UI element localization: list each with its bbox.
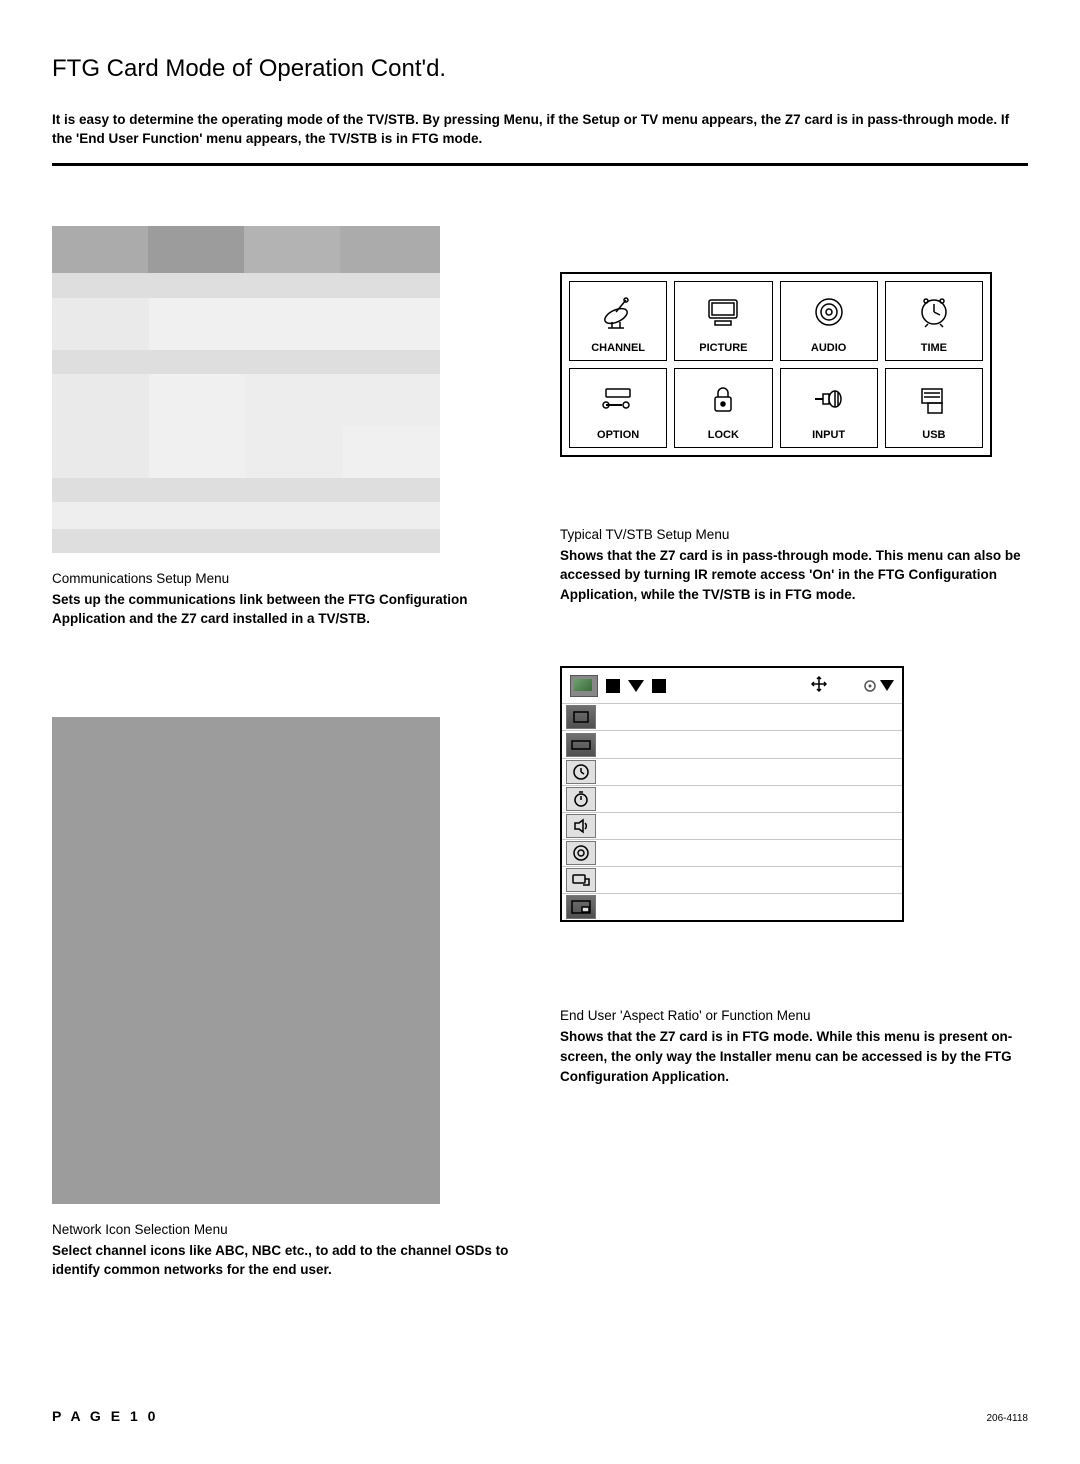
option-tools-icon — [570, 369, 666, 429]
tv-menu-input[interactable]: INPUT — [780, 368, 878, 448]
tv-menu-channel-label: CHANNEL — [591, 342, 645, 354]
caption-small-icon — [566, 868, 596, 892]
end-user-row-5[interactable] — [562, 812, 902, 839]
tv-menu-channel[interactable]: CHANNEL — [569, 281, 667, 361]
channel-dish-icon — [570, 282, 666, 342]
end-user-row-1[interactable] — [562, 703, 902, 730]
usb-media-icon — [886, 369, 982, 429]
header-stop-right-icon — [652, 679, 666, 693]
tv-menu-picture[interactable]: PICTURE — [674, 281, 772, 361]
tv-menu-audio-label: AUDIO — [811, 342, 846, 354]
time-clock-icon — [886, 282, 982, 342]
comm-setup-screenshot — [52, 226, 440, 553]
speaker-small-icon — [566, 814, 596, 838]
tv-setup-caption-title: Typical TV/STB Setup Menu — [560, 527, 1028, 542]
picture-monitor-icon — [675, 282, 771, 342]
aspect-4-3-icon — [566, 705, 596, 729]
document-number: 206-4118 — [986, 1413, 1028, 1424]
tv-setup-menu: CHANNEL PICTURE AUDIO — [560, 272, 992, 457]
end-user-row-6[interactable] — [562, 839, 902, 866]
header-down-icon — [628, 680, 644, 692]
header-move-icon — [810, 675, 828, 696]
content-columns: Communications Setup Menu Sets up the co… — [52, 226, 1028, 1368]
page-title: FTG Card Mode of Operation Cont'd. — [52, 55, 1028, 83]
tv-menu-option[interactable]: OPTION — [569, 368, 667, 448]
end-user-caption-title: End User 'Aspect Ratio' or Function Menu — [560, 1008, 1028, 1023]
comm-setup-caption-body: Sets up the communications link between … — [52, 590, 520, 629]
audio-speaker-icon — [781, 282, 877, 342]
end-user-row-2[interactable] — [562, 730, 902, 757]
tv-menu-usb[interactable]: USB — [885, 368, 983, 448]
end-user-row-8[interactable] — [562, 893, 902, 920]
pip-small-icon — [566, 895, 596, 919]
right-column: CHANNEL PICTURE AUDIO — [560, 226, 1028, 1368]
lock-icon — [675, 369, 771, 429]
intro-text: It is easy to determine the operating mo… — [52, 111, 1028, 149]
tv-setup-block: CHANNEL PICTURE AUDIO — [560, 272, 1028, 605]
tv-menu-option-label: OPTION — [597, 429, 639, 441]
tv-menu-picture-label: PICTURE — [699, 342, 747, 354]
header-enter-icon — [864, 680, 894, 692]
tv-menu-time[interactable]: TIME — [885, 281, 983, 361]
comm-setup-caption-title: Communications Setup Menu — [52, 571, 520, 586]
page-number: P A G E 1 0 — [52, 1408, 158, 1424]
target-small-icon — [566, 841, 596, 865]
end-user-menu-header — [562, 668, 902, 703]
header-stop-left-icon — [606, 679, 620, 693]
left-column: Communications Setup Menu Sets up the co… — [52, 226, 520, 1368]
end-user-row-7[interactable] — [562, 866, 902, 893]
tv-menu-usb-label: USB — [922, 429, 945, 441]
tv-menu-lock[interactable]: LOCK — [674, 368, 772, 448]
input-plug-icon — [781, 369, 877, 429]
tv-setup-caption-body: Shows that the Z7 card is in pass-throug… — [560, 546, 1028, 605]
end-user-caption-body: Shows that the Z7 card is in FTG mode. W… — [560, 1027, 1028, 1086]
section-separator — [52, 163, 1028, 166]
comm-setup-block: Communications Setup Menu Sets up the co… — [52, 226, 520, 629]
network-icon-caption-title: Network Icon Selection Menu — [52, 1222, 520, 1237]
network-icon-caption-body: Select channel icons like ABC, NBC etc.,… — [52, 1241, 520, 1280]
header-tv-icon — [570, 675, 598, 697]
tv-menu-time-label: TIME — [921, 342, 947, 354]
tv-menu-audio[interactable]: AUDIO — [780, 281, 878, 361]
end-user-row-4[interactable] — [562, 785, 902, 812]
page-footer: P A G E 1 0 206-4118 — [52, 1368, 1028, 1424]
network-icon-screenshot — [52, 717, 440, 1204]
end-user-row-3[interactable] — [562, 758, 902, 785]
tv-menu-input-label: INPUT — [812, 429, 845, 441]
end-user-menu — [560, 666, 904, 922]
tv-menu-lock-label: LOCK — [708, 429, 739, 441]
network-icon-block: Network Icon Selection Menu Select chann… — [52, 717, 520, 1280]
aspect-16-9-icon — [566, 733, 596, 757]
timer-small-icon — [566, 787, 596, 811]
end-user-block: End User 'Aspect Ratio' or Function Menu… — [560, 666, 1028, 1086]
clock-small-icon — [566, 760, 596, 784]
